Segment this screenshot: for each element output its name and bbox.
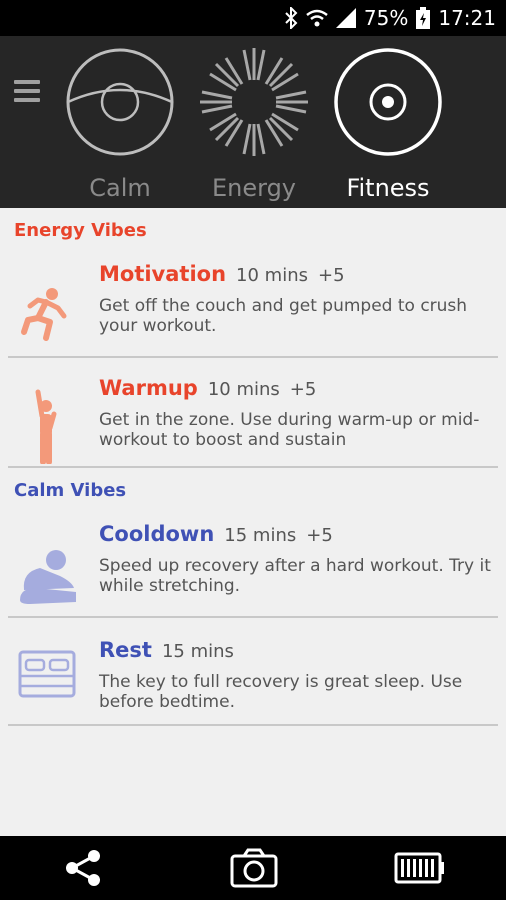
mode-fitness[interactable]: Fitness (330, 44, 446, 214)
list-item-warmup[interactable]: Warmup 10 mins +5 Get in the zone. Use dur… (8, 376, 498, 468)
item-duration: 10 mins (236, 265, 308, 286)
hamburger-line (14, 80, 40, 84)
status-icons: 75% 17:21 (284, 0, 496, 36)
item-description: The key to full recovery is great sleep.… (99, 672, 463, 712)
mode-energy[interactable]: Energy (196, 44, 312, 214)
share-button[interactable] (62, 848, 106, 888)
item-duration: 15 mins (224, 525, 297, 546)
item-title: Rest 15 mins (99, 638, 234, 662)
divider (8, 356, 498, 358)
battery-percent: 75% (363, 6, 409, 30)
running-person-icon (21, 288, 67, 341)
item-name: Cooldown (99, 522, 215, 546)
item-description: Get off the couch and get pumped to crus… (99, 296, 468, 336)
bluetooth-icon (285, 7, 298, 29)
mode-calm[interactable]: Calm (62, 44, 178, 214)
seated-stretch-icon (20, 550, 76, 604)
clock: 17:21 (438, 6, 496, 30)
item-duration: 15 mins (161, 641, 234, 662)
hamburger-line (14, 89, 40, 93)
section-title-energy: Energy Vibes (14, 220, 147, 241)
item-bonus: +5 (289, 379, 317, 400)
battery-level-button[interactable] (394, 848, 446, 888)
signal-icon (335, 8, 356, 28)
fitness-mode-icon (334, 48, 442, 156)
mode-label: Fitness (346, 174, 430, 202)
energy-mode-icon (200, 48, 308, 156)
list-item-motivation[interactable]: Motivation 10 mins +5 Get off the couch an… (8, 262, 498, 354)
camera-button[interactable] (230, 848, 278, 888)
list-item-cooldown[interactable]: Cooldown 15 mins +5 Speed up recovery afte… (8, 522, 498, 614)
list-item-rest[interactable]: Rest 15 mins The key to full recovery is … (8, 638, 498, 724)
divider (8, 466, 498, 468)
mode-label: Calm (89, 174, 151, 202)
mode-header: Calm Energy Fitness (0, 36, 506, 208)
status-bar: 75% 17:21 (0, 0, 506, 36)
bottom-toolbar (0, 836, 506, 900)
item-description: Get in the zone. Use during warm-up or m… (99, 410, 480, 450)
item-name: Motivation (99, 262, 227, 286)
section-title-calm: Calm Vibes (14, 480, 127, 501)
calm-mode-icon (66, 48, 174, 156)
item-bonus: +5 (318, 265, 345, 286)
menu-button[interactable] (14, 80, 40, 102)
session-list: Energy Vibes Motivation 10 mins +5 Get off… (0, 208, 506, 836)
item-bonus: +5 (306, 525, 333, 546)
item-title: Cooldown 15 mins +5 (99, 522, 333, 546)
item-name: Rest (99, 638, 152, 662)
item-description: Speed up recovery after a hard workout. … (99, 556, 491, 596)
battery-level-icon (394, 852, 444, 884)
mode-label: Energy (211, 174, 297, 202)
item-title: Motivation 10 mins +5 (99, 262, 345, 286)
item-name: Warmup (99, 376, 198, 400)
share-icon (66, 850, 100, 886)
item-duration: 10 mins (207, 379, 280, 400)
item-title: Warmup 10 mins +5 (99, 376, 316, 400)
divider (8, 724, 498, 726)
bed-icon (18, 650, 76, 698)
divider (8, 616, 498, 618)
hamburger-line (14, 98, 40, 102)
camera-icon (230, 848, 278, 888)
battery-icon (416, 7, 431, 29)
stretching-standing-person-icon (35, 389, 57, 464)
wifi-icon (306, 9, 328, 27)
